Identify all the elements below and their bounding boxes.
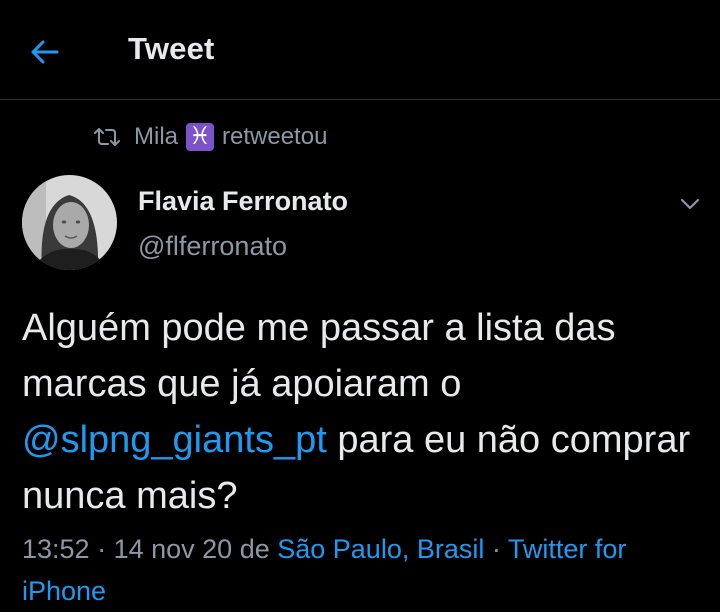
location-link[interactable]: São Paulo, Brasil: [277, 534, 484, 564]
tweet-metadata: 13:52 · 14 nov 20 de São Paulo, Brasil ·…: [22, 528, 712, 612]
back-button[interactable]: [22, 30, 66, 74]
author-name[interactable]: Flavia Ferronato: [138, 186, 348, 217]
pisces-emoji: ♓: [186, 123, 215, 151]
avatar-image: [22, 175, 117, 270]
top-bar: Tweet: [0, 0, 720, 100]
separator-dot: ·: [484, 534, 508, 564]
avatar[interactable]: [22, 175, 117, 270]
tweet-date: 14 nov 20: [113, 534, 233, 564]
author-handle[interactable]: @flferronato: [138, 231, 287, 262]
from-label: de: [232, 534, 278, 564]
retweet-action-label: retweetou: [222, 123, 328, 150]
tweet-time: 13:52: [22, 534, 90, 564]
retweeter-name[interactable]: Mila: [134, 123, 178, 151]
more-options-button[interactable]: [672, 186, 708, 222]
retweet-icon: [94, 128, 120, 146]
page-title: Tweet: [128, 31, 215, 66]
chevron-down-icon: [680, 198, 700, 210]
mention-link[interactable]: @slpng_giants_pt: [22, 419, 327, 461]
tweet-text-before: Alguém pode me passar a lista das marcas…: [22, 307, 616, 405]
retweet-context: Mila ♓ retweetou: [92, 118, 327, 156]
tweet-text: Alguém pode me passar a lista das marcas…: [22, 300, 702, 524]
arrow-left-icon: [31, 40, 59, 64]
separator-dot: ·: [89, 534, 114, 564]
